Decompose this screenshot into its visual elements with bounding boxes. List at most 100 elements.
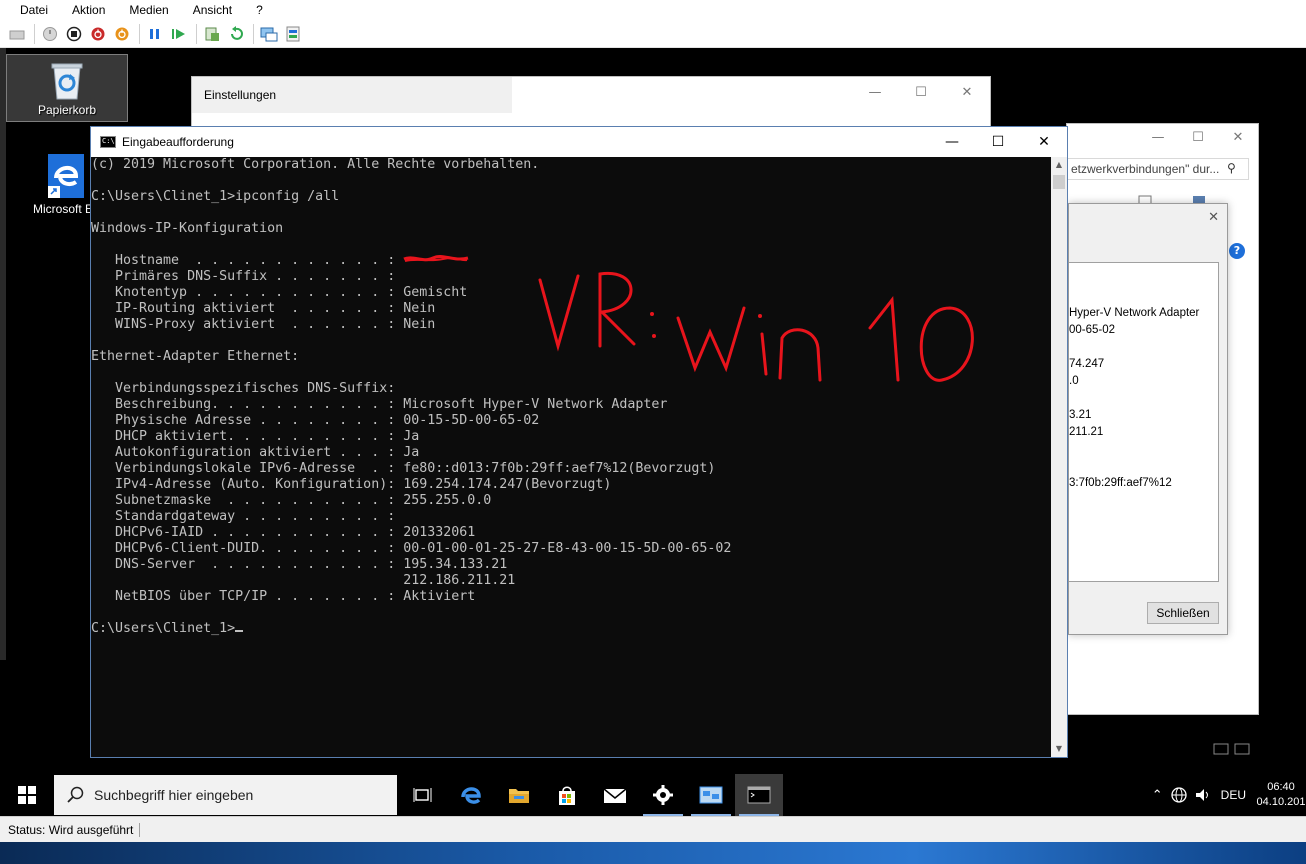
taskbar-search-input[interactable]: Suchbegriff hier eingeben <box>54 775 397 815</box>
mail-icon <box>603 788 627 803</box>
taskbar-store[interactable] <box>543 774 591 816</box>
detail-value: Hyper-V Network Adapter <box>1069 307 1200 319</box>
host-menubar: Datei Aktion Medien Ansicht ? <box>0 0 1306 20</box>
scroll-down-icon[interactable]: ▼ <box>1051 741 1067 757</box>
close-dialog-button[interactable]: Schließen <box>1147 602 1219 624</box>
console-line: Physische Adresse . . . . . . . . : 00-1… <box>91 413 540 428</box>
task-view-button[interactable] <box>399 774 447 816</box>
console-line: DHCPv6-IAID . . . . . . . . . . . : 2013… <box>91 525 476 540</box>
view-toggle-icon[interactable] <box>1213 742 1253 756</box>
menu-aktion[interactable]: Aktion <box>72 3 105 17</box>
search-icon[interactable]: ⚲ <box>1227 161 1236 175</box>
toolbar-separator <box>34 23 35 44</box>
close-button[interactable]: ✕ <box>1218 122 1258 152</box>
recycle-bin-desktop-icon[interactable]: Papierkorb <box>6 54 128 122</box>
maximize-button[interactable]: ☐ <box>898 77 944 107</box>
edge-icon <box>461 787 481 804</box>
menu-help[interactable]: ? <box>256 3 263 17</box>
console-line: NetBIOS über TCP/IP . . . . . . . : Akti… <box>91 589 476 604</box>
enhanced-session-icon[interactable] <box>260 25 278 43</box>
menu-ansicht[interactable]: Ansicht <box>193 3 232 17</box>
settings-titlebar[interactable]: Einstellungen <box>192 77 512 113</box>
shutdown-icon[interactable] <box>89 25 107 43</box>
console-line: Windows-IP-Konfiguration <box>91 221 284 236</box>
detail-value: 00-65-02 <box>1069 324 1116 336</box>
clock-date: 04.10.201 <box>1256 796 1306 808</box>
console-line: IPv4-Adresse (Auto. Konfiguration): 169.… <box>91 477 612 492</box>
console-line: Subnetzmaske . . . . . . . . . . : 255.2… <box>91 493 492 508</box>
network-status-dialog: ✕ Hyper-V Network Adapter 00-65-02 74.24… <box>1068 203 1228 635</box>
system-tray: ⌃ DEU 06:40 04.10.201 <box>1148 774 1306 816</box>
minimize-button[interactable]: — <box>852 77 898 107</box>
console-line: C:\Users\Clinet_1>ipconfig /all <box>91 189 340 204</box>
help-icon[interactable]: ? <box>1229 243 1245 259</box>
revert-icon[interactable] <box>227 25 245 43</box>
cmd-titlebar[interactable]: C:\ Eingabeaufforderung — ☐ ✕ <box>91 127 1067 157</box>
guest-left-edge <box>0 48 6 660</box>
taskbar-mail[interactable] <box>591 774 639 816</box>
save-state-icon[interactable] <box>113 25 131 43</box>
console-line: Standardgateway . . . . . . . . . : <box>91 509 404 524</box>
taskbar-file-explorer[interactable] <box>495 774 543 816</box>
checkpoint-icon[interactable] <box>203 25 221 43</box>
pause-icon[interactable] <box>146 25 164 43</box>
taskbar-command-prompt[interactable] <box>735 774 783 816</box>
folder-icon <box>509 789 529 803</box>
menu-medien[interactable]: Medien <box>129 3 168 17</box>
handwritten-annotation <box>538 271 974 382</box>
detail-value: 3.21 <box>1069 409 1092 421</box>
scroll-up-icon[interactable]: ▲ <box>1051 157 1067 173</box>
prompt-text: C:\Users\Clinet_1> <box>91 621 236 636</box>
chevron-up-icon[interactable]: ⌃ <box>1152 788 1163 803</box>
host-toolbar <box>0 20 1306 48</box>
network-globe-icon[interactable] <box>1170 786 1188 804</box>
scroll-thumb[interactable] <box>1053 175 1065 189</box>
console-prompt: C:\Users\Clinet_1> <box>91 621 1051 637</box>
guest-desktop: Papierkorb Microsoft Ec Einstellungen — … <box>0 48 1306 816</box>
console-line: Hostname . . . . . . . . . . . . : <box>91 253 404 268</box>
share-icon[interactable] <box>284 25 302 43</box>
close-icon[interactable]: ✕ <box>1208 210 1219 225</box>
settings-caption-buttons: — ☐ ✕ <box>852 77 990 107</box>
detail-value: 211.21 <box>1069 426 1104 438</box>
console-line: Autokonfiguration aktiviert . . . : Ja <box>91 445 420 460</box>
input-language[interactable]: DEU <box>1221 788 1246 802</box>
detail-value: .0 <box>1069 375 1079 387</box>
start-vm-icon[interactable] <box>41 25 59 43</box>
console-line: DHCP aktiviert. . . . . . . . . . : Ja <box>91 429 420 444</box>
start-button[interactable] <box>0 774 54 816</box>
toolbar-separator <box>196 23 197 44</box>
taskbar-network-connections[interactable] <box>687 774 735 816</box>
cmd-icon: C:\ <box>100 136 116 148</box>
store-bag-icon <box>559 786 575 805</box>
redaction-scribble <box>403 254 469 262</box>
host-desktop-strip <box>0 842 1306 864</box>
close-button[interactable]: ✕ <box>1021 127 1067 157</box>
command-prompt-window: C:\ Eingabeaufforderung — ☐ ✕ (c) 2019 M… <box>90 126 1068 758</box>
network-search-input[interactable]: etzwerkverbindungen" dur... <box>1067 158 1249 180</box>
clock[interactable]: 06:40 04.10.201 <box>1256 780 1306 810</box>
resume-icon[interactable] <box>170 25 188 43</box>
minimize-button[interactable]: — <box>929 127 975 157</box>
console-line: DNS-Server . . . . . . . . . . . : 195.3… <box>91 557 508 572</box>
maximize-button[interactable]: ☐ <box>975 127 1021 157</box>
maximize-button[interactable]: ☐ <box>1178 122 1218 152</box>
vm-status: Status: Wird ausgeführt <box>0 822 141 837</box>
console-line: 212.186.211.21 <box>91 573 516 588</box>
host-statusbar: Status: Wird ausgeführt <box>0 816 1306 842</box>
close-button[interactable]: ✕ <box>944 77 990 107</box>
console-output[interactable]: (c) 2019 Microsoft Corporation. Alle Rec… <box>91 157 1051 757</box>
ctrl-alt-del-icon[interactable] <box>8 25 26 43</box>
search-placeholder: Suchbegriff hier eingeben <box>94 787 254 803</box>
taskbar-edge[interactable] <box>447 774 495 816</box>
console-scrollbar[interactable]: ▲ ▼ <box>1051 157 1067 757</box>
windows-logo-icon <box>18 786 36 804</box>
speaker-icon[interactable] <box>1194 787 1212 803</box>
menu-datei[interactable]: Datei <box>20 3 48 17</box>
minimize-button[interactable]: — <box>1138 122 1178 152</box>
text-cursor <box>235 630 244 632</box>
turn-off-icon[interactable] <box>65 25 83 43</box>
taskbar-settings[interactable] <box>639 774 687 816</box>
